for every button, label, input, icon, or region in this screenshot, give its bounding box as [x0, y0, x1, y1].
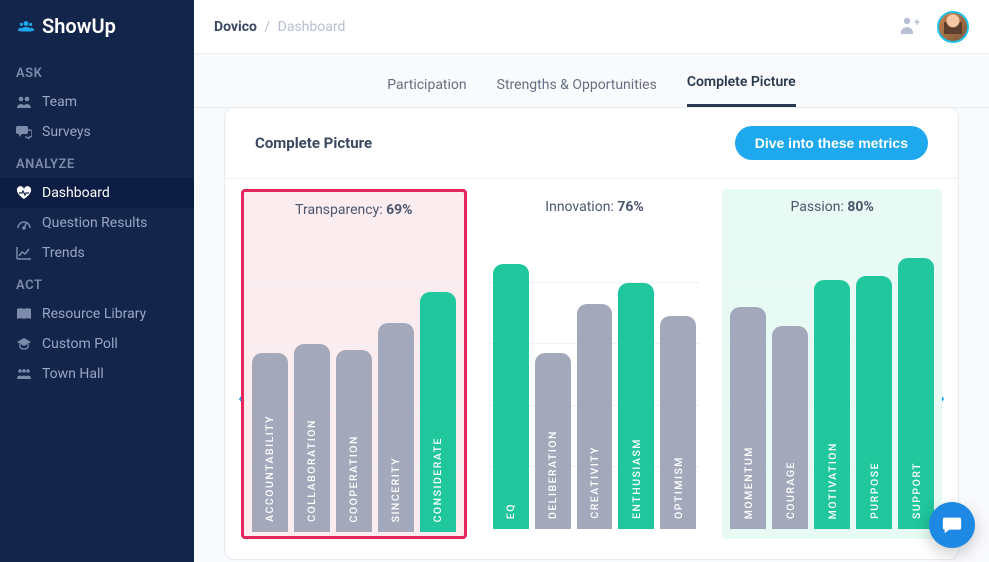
breadcrumb-separator: / — [264, 19, 270, 35]
bar-label: ENTHUSIASM — [630, 438, 643, 519]
sidebar-item-question-results[interactable]: Question Results — [0, 208, 194, 238]
bar-support[interactable]: SUPPORT — [898, 258, 934, 529]
sidebar-item-label: Surveys — [42, 124, 91, 140]
chart-group-transparency: Transparency: 69% ACCOUNTABILITY COLLABORA… — [241, 189, 467, 539]
bar-motivation[interactable]: MOTIVATION — [814, 280, 850, 529]
sidebar-item-label: Dashboard — [42, 185, 110, 201]
bar-accountability[interactable]: ACCOUNTABILITY — [252, 353, 288, 532]
chart-group-innovation: Innovation: 76%EQDELIBERATIONCREATIVITYE… — [485, 189, 705, 539]
chart-group-title: Innovation: 76% — [489, 199, 701, 215]
chat-bubble-icon[interactable] — [929, 502, 975, 548]
bar-label: COURAGE — [784, 461, 797, 519]
bar-label: SINCERITY — [389, 457, 402, 522]
sidebar-item-town-hall[interactable]: Town Hall — [0, 359, 194, 389]
complete-picture-card: Complete Picture Dive into these metrics… — [224, 107, 959, 560]
tab-strengths-opportunities[interactable]: Strengths & Opportunities — [497, 77, 657, 107]
tabs: Participation Strengths & Opportunities Co… — [194, 54, 989, 108]
chat-icon — [16, 124, 32, 140]
chart-group-title: Passion: 80% — [726, 199, 938, 215]
sidebar-item-label: Team — [42, 94, 77, 110]
sidebar-item-label: Question Results — [42, 215, 147, 231]
bar-label: ACCOUNTABILITY — [263, 415, 276, 522]
card-title: Complete Picture — [255, 134, 372, 152]
breadcrumb: Dovico / Dashboard — [214, 19, 345, 35]
app-name: ShowUp — [42, 14, 116, 38]
chart-group-title: Transparency: 69% — [248, 202, 460, 218]
users-icon — [18, 18, 34, 34]
bar-label: MOTIVATION — [826, 442, 839, 519]
sidebar-section-title: ASK — [0, 56, 194, 87]
bar-label: COLLABORATION — [305, 419, 318, 522]
bar-label: OPTIMISM — [672, 456, 685, 519]
chart-group-passion: Passion: 80% MOMENTUM COURAGE MOTIVATION PUR… — [722, 189, 942, 539]
add-user-icon[interactable] — [899, 16, 921, 38]
bar-label: CREATIVITY — [588, 446, 601, 519]
sidebar-item-label: Town Hall — [42, 366, 104, 382]
users-icon — [16, 94, 32, 110]
main: Dovico / Dashboard Participation Strength… — [194, 0, 989, 562]
breadcrumb-current: Dashboard — [278, 19, 346, 35]
sidebar-item-label: Custom Poll — [42, 336, 118, 352]
tab-participation[interactable]: Participation — [387, 77, 466, 107]
bar-purpose[interactable]: PURPOSE — [856, 276, 892, 529]
sidebar-section-title: ANALYZE — [0, 147, 194, 178]
sidebar-item-label: Trends — [42, 245, 85, 261]
sidebar-item-surveys[interactable]: Surveys — [0, 117, 194, 147]
crowd-icon — [16, 366, 32, 382]
chart-area: MOMENTUM COURAGE MOTIVATION PURPOSE SUPPORT — [726, 221, 938, 529]
sidebar-item-label: Resource Library — [42, 306, 146, 322]
chart-area: ACCOUNTABILITY COLLABORATION COOPERATION SI… — [248, 224, 460, 532]
sidebar-section-title: ACT — [0, 268, 194, 299]
book-icon — [16, 306, 32, 322]
bar-courage[interactable]: COURAGE — [772, 326, 808, 529]
bar-label: PURPOSE — [868, 462, 881, 519]
sidebar-item-trends[interactable]: Trends — [0, 238, 194, 268]
bar-momentum[interactable]: MOMENTUM — [730, 307, 766, 529]
bar-deliberation[interactable]: DELIBERATION — [535, 353, 571, 529]
bar-eq[interactable]: EQ — [493, 264, 529, 529]
bar-label: CONSIDERATE — [431, 437, 444, 522]
sidebar-item-dashboard[interactable]: Dashboard — [0, 178, 194, 208]
bar-label: MOMENTUM — [742, 446, 755, 519]
avatar[interactable] — [937, 11, 969, 43]
sidebar-item-custom-poll[interactable]: Custom Poll — [0, 329, 194, 359]
chart-area: EQ DELIBERATION CREATIVITY ENTHUSIASM OPTIMI… — [489, 221, 701, 529]
bar-cooperation[interactable]: COOPERATION — [336, 350, 372, 532]
bar-creativity[interactable]: CREATIVITY — [577, 304, 613, 529]
bar-label: SUPPORT — [910, 462, 923, 519]
breadcrumb-root[interactable]: Dovico — [214, 19, 257, 35]
bar-label: DELIBERATION — [546, 430, 559, 519]
bar-considerate[interactable]: CONSIDERATE — [420, 292, 456, 532]
topbar: Dovico / Dashboard — [194, 0, 989, 54]
bar-collaboration[interactable]: COLLABORATION — [294, 344, 330, 532]
trend-icon — [16, 245, 32, 261]
tab-complete-picture[interactable]: Complete Picture — [687, 74, 796, 107]
bar-sincerity[interactable]: SINCERITY — [378, 323, 414, 532]
dial-icon — [16, 215, 32, 231]
sidebar: ShowUp ASK Team Surveys ANALYZE Dashboard Que… — [0, 0, 194, 562]
sidebar-item-team[interactable]: Team — [0, 87, 194, 117]
dive-metrics-button[interactable]: Dive into these metrics — [735, 126, 928, 160]
cap-icon — [16, 336, 32, 352]
bar-enthusiasm[interactable]: ENTHUSIASM — [618, 283, 654, 529]
bar-label: EQ — [504, 503, 517, 519]
bar-optimism[interactable]: OPTIMISM — [660, 316, 696, 529]
heart-icon — [16, 185, 32, 201]
bar-label: COOPERATION — [347, 435, 360, 522]
app-logo: ShowUp — [0, 0, 194, 56]
sidebar-item-resource-library[interactable]: Resource Library — [0, 299, 194, 329]
